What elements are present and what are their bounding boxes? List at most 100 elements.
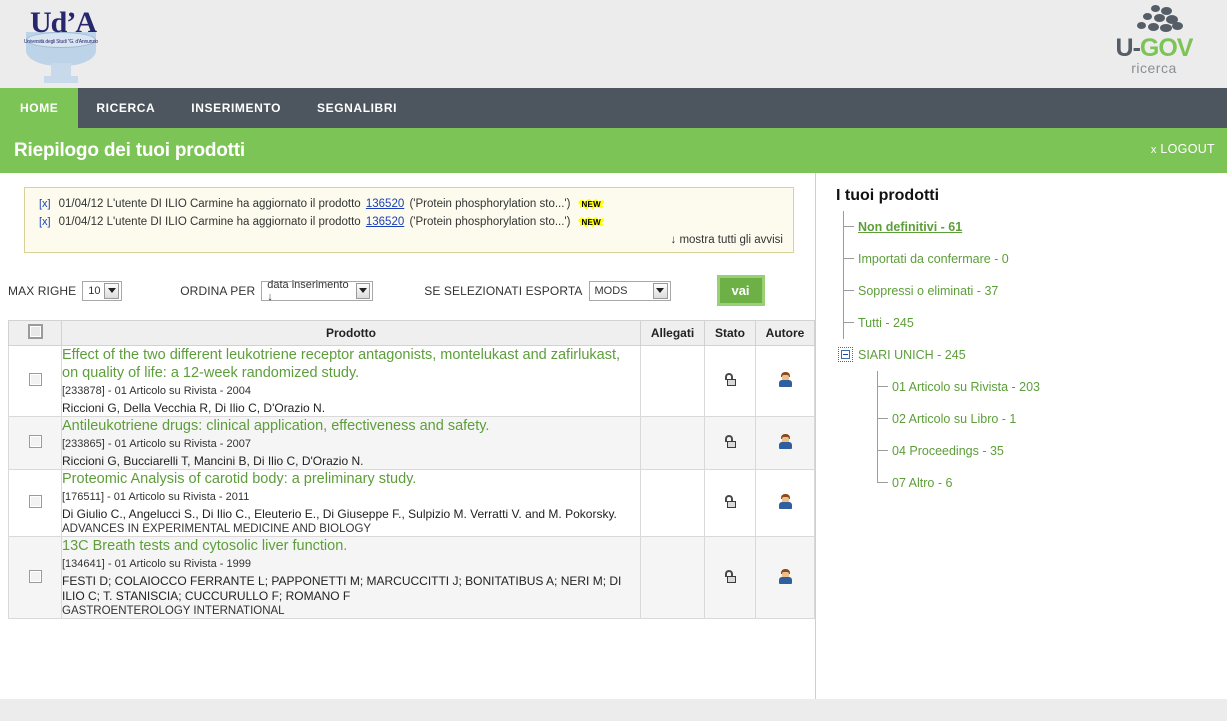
sidebar-item-soppressi-o-eliminati[interactable]: Soppressi o eliminati - 37 [830, 275, 1227, 307]
collapse-minus-icon[interactable] [838, 347, 853, 362]
notice-close-icon[interactable]: [x] [39, 198, 51, 210]
product-title-link[interactable]: Effect of the two different leukotriene … [62, 346, 640, 382]
notice-close-icon[interactable]: [x] [39, 216, 51, 228]
open-padlock-icon [724, 373, 736, 386]
sidebar-item-tutti[interactable]: Tutti - 245 [830, 307, 1227, 339]
product-cell: Proteomic Analysis of carotid body: a pr… [61, 469, 641, 537]
open-padlock-icon [724, 569, 736, 583]
sidebar-title: I tuoi prodotti [836, 187, 940, 204]
product-authors: Riccioni G, Bucciarelli T, Mancini B, Di… [62, 454, 364, 468]
go-button[interactable]: vai [716, 275, 765, 306]
uda-logo-foot [44, 76, 78, 83]
chevron-down-icon [104, 282, 120, 299]
nav-item-segnalibri[interactable]: SEGNALIBRI [299, 88, 415, 128]
ugov-wordmark-gov: GOV [1139, 34, 1194, 62]
product-meta: [233878] - 01 Articolo su Rivista - 2004 [62, 385, 251, 397]
product-cell: 13C Breath tests and cytosolic liver fun… [61, 536, 641, 619]
product-title-link[interactable]: Proteomic Analysis of carotid body: a pr… [62, 470, 640, 488]
user-avatar-icon [778, 494, 793, 509]
row-select-cell[interactable] [8, 416, 62, 470]
table-row: Proteomic Analysis of carotid body: a pr… [8, 469, 815, 537]
page-title: Riepilogo dei tuoi prodotti [14, 139, 246, 161]
author-cell [755, 345, 815, 417]
tree-elbow-icon [877, 403, 888, 419]
author-cell [755, 536, 815, 619]
max-rows-label: MAX RIGHE [8, 283, 77, 298]
header-stato[interactable]: Stato [704, 320, 756, 346]
sidebar-item-label[interactable]: Non definitivi - 61 [858, 220, 962, 234]
sidebar-item-label[interactable]: Tutti - 245 [858, 316, 914, 330]
sidebar-item-label[interactable]: Soppressi o eliminati - 37 [858, 284, 998, 298]
status-cell [704, 469, 756, 537]
main-column: [x] 01/04/12 L'utente DI ILIO Carmine ha… [0, 173, 815, 699]
uda-logo-text: Ud’A [30, 6, 97, 39]
product-journal: ADVANCES IN EXPERIMENTAL MEDICINE AND BI… [62, 523, 372, 535]
sidebar-item-label[interactable]: 02 Articolo su Libro - 1 [892, 412, 1016, 426]
product-title-link[interactable]: 13C Breath tests and cytosolic liver fun… [62, 537, 640, 555]
notice-item: [x] 01/04/12 L'utente DI ILIO Carmine ha… [39, 216, 785, 228]
notice-text-suffix: ('Protein phosphorylation sto...') [409, 216, 571, 228]
status-cell [704, 536, 756, 619]
table-header-row: Prodotto Allegati Stato Autore [8, 320, 815, 346]
notice-product-link[interactable]: 136520 [366, 198, 404, 210]
ugov-wordmark-sub: ricerca [1131, 60, 1177, 76]
content-area: [x] 01/04/12 L'utente DI ILIO Carmine ha… [0, 173, 1227, 699]
row-checkbox[interactable] [28, 435, 42, 448]
nav-item-home[interactable]: HOME [0, 88, 79, 128]
sort-by-value: data inserimento ↓ [267, 278, 349, 303]
user-avatar-icon [778, 568, 793, 584]
attachments-cell [640, 469, 705, 537]
sidebar-item-label[interactable]: SIARI UNICH - 245 [858, 348, 966, 362]
header-allegati[interactable]: Allegati [640, 320, 705, 346]
notice-product-link[interactable]: 136520 [366, 216, 404, 228]
logout-button[interactable]: x LOGOUT [1151, 142, 1215, 156]
product-authors: Di Giulio C., Angelucci S., Di Ilio C., … [62, 507, 617, 521]
product-title-link[interactable]: Antileukotriene drugs: clinical applicat… [62, 417, 640, 435]
sort-by-select[interactable]: data inserimento ↓ [261, 278, 374, 303]
row-checkbox[interactable] [28, 495, 42, 508]
sidebar-child-01-articolo-su-rivista[interactable]: 01 Articolo su Rivista - 203 [830, 371, 1227, 403]
max-rows-select[interactable]: 10 [82, 280, 123, 301]
product-meta: [134641] - 01 Articolo su Rivista - 1999 [62, 558, 251, 570]
product-authors: FESTI D; COLAIOCCO FERRANTE L; PAPPONETT… [62, 574, 622, 603]
logout-label: LOGOUT [1160, 142, 1215, 156]
author-cell [755, 469, 815, 537]
tree-elbow-icon [843, 243, 854, 259]
page-banner: Riepilogo dei tuoi prodotti x LOGOUT [0, 128, 1227, 173]
ugov-logo-dots-icon [1121, 5, 1191, 35]
sort-by-label: ORDINA PER [180, 283, 256, 298]
notice-date: 01/04/12 [58, 216, 104, 228]
sidebar-child-02-articolo-su-libro[interactable]: 02 Articolo su Libro - 1 [830, 403, 1227, 435]
logout-x-icon: x [1150, 144, 1157, 156]
user-avatar-icon [778, 434, 793, 449]
sidebar-item-label[interactable]: 01 Articolo su Rivista - 203 [892, 380, 1040, 394]
export-format-select[interactable]: MODS [588, 280, 671, 301]
sidebar-item-label[interactable]: 07 Altro - 6 [892, 476, 952, 490]
tree-elbow-icon [843, 307, 854, 323]
product-authors: Riccioni G, Della Vecchia R, Di Ilio C, … [62, 401, 326, 415]
select-all-checkbox[interactable] [27, 324, 43, 339]
sidebar-item-importati-da-confermare[interactable]: Importati da confermare - 0 [830, 243, 1227, 275]
nav-item-ricerca[interactable]: RICERCA [78, 88, 173, 128]
sidebar-item-non-definitivi[interactable]: Non definitivi - 61 [830, 211, 1227, 243]
show-all-notices-link[interactable]: ↓ mostra tutti gli avvisi [33, 234, 785, 246]
header-select-all[interactable] [8, 320, 62, 346]
uda-university-logo: Ud’A Università degli Studi "G. d'Annunz… [22, 6, 100, 84]
row-select-cell[interactable] [8, 469, 62, 537]
sidebar-item-label[interactable]: Importati da confermare - 0 [858, 252, 1009, 266]
row-select-cell[interactable] [8, 536, 62, 619]
sidebar-child-04-proceedings[interactable]: 04 Proceedings - 35 [830, 435, 1227, 467]
row-select-cell[interactable] [8, 345, 62, 417]
row-checkbox[interactable] [28, 373, 42, 386]
sidebar-item-siari-unich[interactable]: SIARI UNICH - 245 [830, 339, 1227, 371]
nav-item-inserimento[interactable]: INSERIMENTO [173, 88, 299, 128]
row-checkbox[interactable] [28, 569, 42, 583]
header-prodotto[interactable]: Prodotto [61, 320, 641, 346]
notice-text: L'utente DI ILIO Carmine ha aggiornato i… [106, 198, 361, 210]
sidebar-child-07-altro[interactable]: 07 Altro - 6 [830, 467, 1227, 499]
status-cell [704, 416, 756, 470]
header-autore[interactable]: Autore [755, 320, 815, 346]
sidebar-item-label[interactable]: 04 Proceedings - 35 [892, 444, 1004, 458]
author-cell [755, 416, 815, 470]
product-journal: GASTROENTEROLOGY INTERNATIONAL [62, 605, 285, 617]
